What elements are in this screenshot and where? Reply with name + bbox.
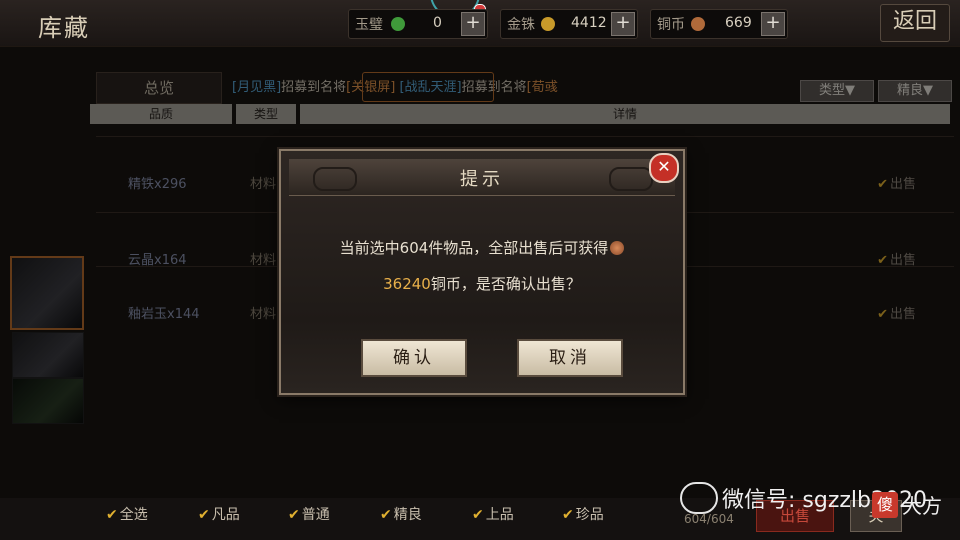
copper-amount: 36240	[383, 275, 431, 293]
checkmark-icon: ✔	[198, 507, 210, 523]
filter-normal[interactable]: ✔ 普通	[288, 504, 330, 524]
jade-coin-icon	[391, 17, 405, 31]
resource-label: 玉璧	[355, 17, 383, 33]
close-icon[interactable]: ✕	[649, 153, 679, 183]
filter-label: 精良	[393, 507, 422, 523]
dialog-title: 提示	[460, 169, 504, 190]
resource-label: 铜币	[657, 17, 685, 33]
confirm-button[interactable]: 确认	[361, 339, 467, 377]
resource-copper: 铜币 669 +	[650, 9, 788, 39]
checkmark-icon: ✔	[380, 507, 392, 523]
dialog-message-line2: 36240铜币，是否确认出售？	[281, 273, 683, 294]
checkmark-icon: ✔	[288, 507, 300, 523]
checkmark-icon: ✔	[106, 507, 118, 523]
resource-value: 4412	[571, 15, 607, 31]
checkmark-icon: ✔	[472, 507, 484, 523]
filter-label: 凡品	[211, 507, 240, 523]
watermark: 微信号: sgzzlb2020 傻 大方	[676, 478, 956, 524]
dialog-message-line1: 当前选中604件物品，全部出售后可获得	[281, 237, 683, 258]
top-bar: 库藏 玉璧 0 + 金铢 4412 + 铜币 669 + 返回	[0, 0, 960, 47]
watermark-badge: 傻	[872, 492, 898, 518]
resource-jade: 玉璧 0 +	[348, 9, 488, 39]
copper-coin-icon	[610, 241, 625, 255]
confirm-sell-dialog: 提示 ✕ 当前选中604件物品，全部出售后可获得 36240铜币，是否确认出售？…	[279, 149, 685, 395]
add-jade-button[interactable]: +	[461, 12, 485, 36]
resource-value: 0	[433, 15, 442, 31]
filter-superior[interactable]: ✔ 上品	[472, 504, 514, 524]
resource-gold: 金铢 4412 +	[500, 9, 638, 39]
gold-coin-icon	[541, 17, 555, 31]
cancel-button[interactable]: 取消	[517, 339, 623, 377]
filter-rare[interactable]: ✔ 珍品	[562, 504, 604, 524]
message-text: 当前选中604件物品，全部出售后可获得	[339, 239, 609, 257]
filter-fine[interactable]: ✔ 精良	[380, 504, 422, 524]
add-copper-button[interactable]: +	[761, 12, 785, 36]
copper-coin-icon	[691, 17, 705, 31]
dialog-header: 提示	[289, 159, 675, 196]
resource-label: 金铢	[507, 17, 535, 33]
back-button[interactable]: 返回	[880, 4, 950, 42]
filter-label: 全选	[119, 507, 148, 523]
filter-label: 上品	[485, 507, 514, 523]
filter-label: 珍品	[575, 507, 604, 523]
page-title: 库藏	[38, 14, 90, 42]
filter-label: 普通	[301, 507, 330, 523]
checkmark-icon: ✔	[562, 507, 574, 523]
message-text: 铜币，是否确认出售？	[430, 275, 581, 293]
watermark-logo: 大方	[902, 494, 942, 518]
wechat-icon	[680, 482, 718, 514]
resource-value: 669	[725, 15, 752, 31]
filter-select-all[interactable]: ✔ 全选	[106, 504, 148, 524]
add-gold-button[interactable]: +	[611, 12, 635, 36]
filter-common[interactable]: ✔ 凡品	[198, 504, 240, 524]
